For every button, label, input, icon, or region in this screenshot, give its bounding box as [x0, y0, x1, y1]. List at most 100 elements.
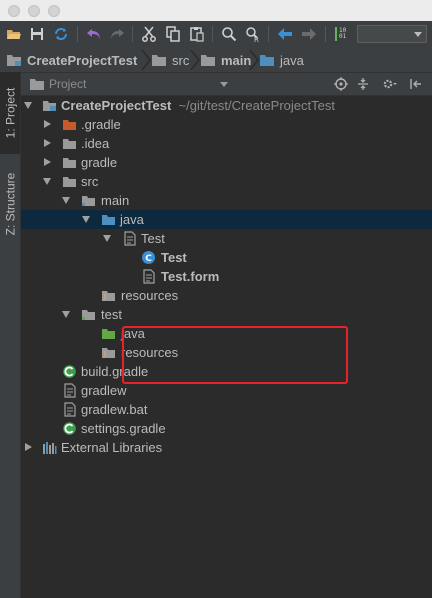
tree-item-test[interactable]: test — [21, 305, 432, 324]
tree-item-external-libraries[interactable]: External Libraries — [21, 438, 432, 457]
svg-text:R: R — [254, 36, 259, 42]
tree-item-src[interactable]: src — [21, 172, 432, 191]
gradle-file-icon — [63, 365, 76, 378]
tab-structure[interactable]: Z: Structure — [0, 162, 20, 246]
close-window-button[interactable] — [8, 5, 20, 17]
tree-item-root[interactable]: CreateProjectTest ~/git/test/CreateProje… — [21, 96, 432, 115]
tree-item-gradle[interactable]: gradle — [21, 153, 432, 172]
resources-folder-icon — [102, 348, 115, 358]
svg-text:C: C — [145, 254, 152, 264]
main-toolbar: R 10 01 — [0, 21, 432, 49]
tree-item-path: ~/git/test/CreateProjectTest — [178, 98, 335, 113]
test-source-folder-icon — [102, 329, 115, 339]
settings-icon[interactable] — [382, 76, 398, 92]
tree-item-test-group[interactable]: Test — [21, 229, 432, 248]
folder-icon — [63, 139, 76, 149]
breadcrumb-label: CreateProjectTest — [27, 52, 138, 68]
tree-item-label: java — [120, 212, 144, 227]
folder-icon — [63, 177, 76, 187]
project-folder-icon — [7, 55, 21, 66]
breadcrumb-label: src — [172, 52, 190, 68]
tree-item-label: gradlew — [81, 383, 127, 398]
chevron-down-icon[interactable] — [220, 82, 228, 87]
gradle-file-icon — [63, 422, 76, 435]
copy-icon[interactable] — [164, 25, 182, 43]
find-icon[interactable] — [220, 25, 238, 43]
tree-item-dot-gradle[interactable]: .gradle — [21, 115, 432, 134]
tree-item-test-form[interactable]: Test.form — [21, 267, 432, 286]
tab-project[interactable]: 1: Project — [0, 72, 20, 154]
excluded-folder-icon — [63, 120, 76, 130]
chevron-down-icon[interactable] — [62, 311, 70, 318]
tree-item-resources-main[interactable]: resources — [21, 286, 432, 305]
project-folder-icon — [43, 101, 56, 111]
chevron-down-icon[interactable] — [103, 235, 111, 242]
folder-icon — [63, 158, 76, 168]
breadcrumb-item-src[interactable]: src — [151, 48, 189, 72]
chevron-down-icon[interactable] — [62, 197, 70, 204]
tree-item-main[interactable]: main — [21, 191, 432, 210]
chevron-down-icon[interactable] — [43, 178, 51, 185]
project-panel-header: Project — [21, 73, 432, 96]
save-icon[interactable] — [28, 25, 46, 43]
breadcrumb-item-java[interactable]: java — [259, 48, 304, 72]
tree-item-label: gradlew.bat — [81, 402, 148, 417]
open-folder-icon[interactable] — [5, 25, 23, 43]
minimize-window-button[interactable] — [28, 5, 40, 17]
project-view-icon — [30, 79, 44, 90]
replace-icon[interactable]: R — [244, 25, 262, 43]
chevron-down-icon — [414, 32, 422, 37]
build-icon[interactable]: 10 01 — [332, 25, 350, 43]
back-icon[interactable] — [276, 25, 294, 43]
chevron-right-icon[interactable] — [44, 139, 51, 147]
breadcrumb-label: java — [280, 52, 304, 68]
undo-icon[interactable] — [85, 25, 103, 43]
chevron-down-icon[interactable] — [82, 216, 90, 223]
run-configuration-select[interactable] — [357, 25, 427, 43]
tree-item-label: .gradle — [81, 117, 121, 132]
folder-icon — [201, 55, 215, 66]
tool-window-strip: 1: Project Z: Structure — [0, 72, 21, 598]
hide-icon[interactable] — [407, 76, 423, 92]
source-folder-icon — [260, 55, 274, 66]
source-folder-icon — [102, 215, 115, 225]
breadcrumb-separator-icon — [141, 50, 151, 70]
breadcrumb-item-project[interactable]: CreateProjectTest — [6, 48, 137, 72]
tree-item-gradlew-bat[interactable]: gradlew.bat — [21, 400, 432, 419]
form-file-icon — [124, 231, 136, 246]
cut-icon[interactable] — [140, 25, 158, 43]
tree-item-settings-gradle[interactable]: settings.gradle — [21, 419, 432, 438]
tree-item-label: Test.form — [161, 269, 220, 284]
tree-item-label: resources — [121, 288, 179, 303]
forward-icon[interactable] — [300, 25, 318, 43]
svg-text:01: 01 — [339, 33, 347, 40]
tree-item-java-main[interactable]: java — [21, 210, 432, 229]
module-folder-icon — [82, 196, 95, 206]
breadcrumb-item-main[interactable]: main — [200, 48, 251, 72]
sync-icon[interactable] — [52, 25, 70, 43]
tree-item-label: settings.gradle — [81, 421, 166, 436]
breadcrumb-separator-icon — [249, 50, 259, 70]
target-icon[interactable] — [333, 76, 349, 92]
library-icon — [43, 442, 57, 454]
tree-item-label: src — [81, 174, 99, 189]
tree-item-label: Test — [161, 250, 187, 265]
chevron-right-icon[interactable] — [44, 158, 51, 166]
tree-item-label: test — [101, 307, 122, 322]
folder-icon — [152, 55, 166, 66]
breadcrumb: CreateProjectTest src main java — [0, 48, 432, 73]
collapse-icon[interactable] — [355, 76, 371, 92]
chevron-down-icon[interactable] — [24, 102, 32, 109]
tree-item-test-class[interactable]: C Test — [21, 248, 432, 267]
zoom-window-button[interactable] — [48, 5, 60, 17]
project-view-select[interactable]: Project — [49, 77, 86, 91]
tree-item-label: External Libraries — [61, 440, 163, 455]
text-file-icon — [64, 383, 76, 398]
module-folder-icon — [82, 310, 95, 320]
tree-item-idea[interactable]: .idea — [21, 134, 432, 153]
window-titlebar — [0, 0, 432, 22]
chevron-right-icon[interactable] — [25, 443, 32, 451]
redo-icon[interactable] — [108, 25, 126, 43]
chevron-right-icon[interactable] — [44, 120, 51, 128]
paste-icon[interactable] — [188, 25, 206, 43]
